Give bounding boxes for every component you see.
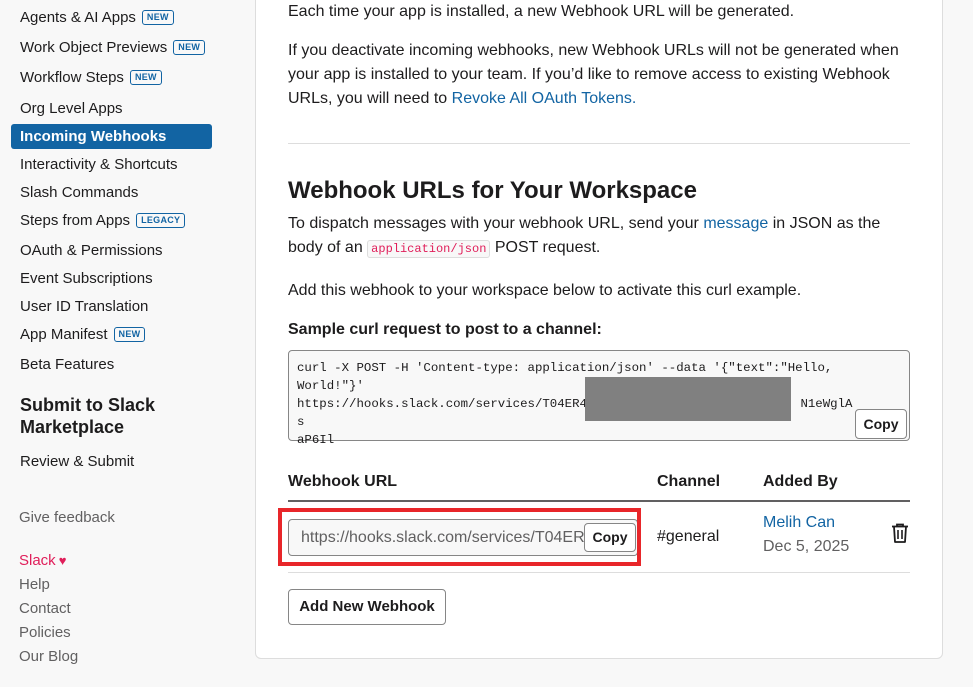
submit-marketplace-heading: Submit to Slack Marketplace: [20, 395, 156, 437]
curl-line: curl -X POST -H 'Content-type: applicati…: [297, 361, 833, 375]
sidebar-item-label: Org Level Apps: [20, 100, 123, 117]
divider: [288, 143, 910, 144]
add-hint-text: Add this webhook to your workspace below…: [288, 282, 802, 299]
sidebar-item-label: Workflow Steps: [20, 69, 124, 86]
new-badge: NEW: [129, 70, 162, 85]
policies-link[interactable]: Policies: [19, 623, 71, 643]
sample-curl-label: Sample curl request to post to a channel…: [288, 321, 602, 338]
dispatch-text-post: POST request.: [490, 239, 601, 256]
sidebar-item-label: Incoming Webhooks: [20, 128, 167, 145]
legacy-badge: LEGACY: [136, 213, 186, 228]
sidebar-item-label: Steps from Apps: [20, 212, 131, 229]
table-row-divider: [288, 572, 910, 573]
added-date: Dec 5, 2025: [763, 538, 850, 555]
dispatch-text-pre: To dispatch messages with your webhook U…: [288, 215, 704, 232]
sidebar-item-agents-ai-apps[interactable]: Agents & AI Apps NEW: [11, 5, 212, 30]
sidebar-item-label: Interactivity & Shortcuts: [20, 156, 178, 173]
slack-link[interactable]: Slack ♥: [19, 551, 66, 571]
new-badge: NEW: [141, 10, 174, 25]
add-new-webhook-button[interactable]: Add New Webhook: [288, 589, 446, 625]
redacted-token: [585, 377, 791, 421]
sidebar-item-user-id-translation[interactable]: User ID Translation: [11, 294, 212, 319]
sidebar-item-label: Work Object Previews: [20, 39, 168, 56]
sidebar-item-interactivity-shortcuts[interactable]: Interactivity & Shortcuts: [11, 152, 212, 177]
sidebar-item-oauth-permissions[interactable]: OAuth & Permissions: [11, 238, 212, 263]
our-blog-link[interactable]: Our Blog: [19, 647, 78, 667]
revoke-tokens-link[interactable]: Revoke All OAuth Tokens.: [452, 90, 637, 107]
user-name[interactable]: Melih Can: [763, 514, 835, 531]
deactivate-text: If you deactivate incoming webhooks, new…: [288, 39, 910, 111]
content-type-code: application/json: [367, 240, 491, 258]
curl-line: World!"}': [297, 379, 364, 393]
curl-copy-button[interactable]: Copy: [855, 409, 907, 439]
sidebar-item-label: App Manifest: [20, 326, 108, 343]
curl-line: https://hooks.slack.com/services/T04ER4G: [297, 397, 595, 411]
sidebar-item-label: OAuth & Permissions: [20, 242, 163, 259]
sidebar-item-label: Slash Commands: [20, 184, 139, 201]
sidebar-item-org-level-apps[interactable]: Org Level Apps: [11, 96, 212, 121]
highlight-annotation: [278, 508, 641, 566]
sidebar: Agents & AI Apps NEW Work Object Previews…: [0, 0, 230, 687]
intro-text: Each time your app is installed, a new W…: [288, 3, 795, 20]
curl-example-box: curl -X POST -H 'Content-type: applicati…: [288, 350, 910, 447]
channel-header: Channel: [657, 473, 721, 490]
sidebar-item-incoming-webhooks[interactable]: Incoming Webhooks: [11, 124, 212, 149]
section-title: Webhook URLs for Your Workspace: [288, 177, 697, 204]
new-badge: NEW: [173, 40, 206, 55]
channel-value: #general: [657, 528, 720, 545]
heart-icon: ♥: [58, 553, 67, 568]
trash-icon[interactable]: [890, 522, 910, 544]
sidebar-item-label: User ID Translation: [20, 298, 149, 315]
sidebar-item-work-object-previews[interactable]: Work Object Previews NEW: [11, 35, 212, 60]
curl-line: aP6Il: [297, 433, 335, 447]
sidebar-item-workflow-steps[interactable]: Workflow Steps NEW: [11, 65, 212, 90]
sidebar-item-slash-commands[interactable]: Slash Commands: [11, 180, 212, 205]
contact-link[interactable]: Contact: [19, 599, 71, 619]
sidebar-item-steps-from-apps[interactable]: Steps from Apps LEGACY: [11, 208, 212, 233]
sidebar-item-label: Event Subscriptions: [20, 270, 153, 287]
new-badge: NEW: [113, 327, 146, 342]
sidebar-item-review-submit[interactable]: Review & Submit: [11, 449, 212, 474]
sidebar-item-event-subscriptions[interactable]: Event Subscriptions: [11, 266, 212, 291]
give-feedback-link[interactable]: Give feedback: [19, 508, 115, 528]
sidebar-item-label: Agents & AI Apps: [20, 9, 136, 26]
table-header-divider: [288, 500, 910, 502]
message-link[interactable]: message: [703, 215, 768, 232]
help-link[interactable]: Help: [19, 575, 50, 595]
added-by-header: Added By: [763, 473, 838, 490]
sidebar-item-app-manifest[interactable]: App Manifest NEW: [11, 322, 212, 347]
slack-link-label: Slack: [19, 552, 56, 569]
added-by-user-link[interactable]: Melih Can: [763, 512, 835, 534]
sidebar-item-label: Review & Submit: [20, 453, 135, 470]
sidebar-item-beta-features[interactable]: Beta Features: [11, 352, 212, 377]
dispatch-text: To dispatch messages with your webhook U…: [288, 212, 910, 261]
sidebar-item-label: Beta Features: [20, 356, 115, 373]
webhook-url-header: Webhook URL: [288, 473, 398, 490]
